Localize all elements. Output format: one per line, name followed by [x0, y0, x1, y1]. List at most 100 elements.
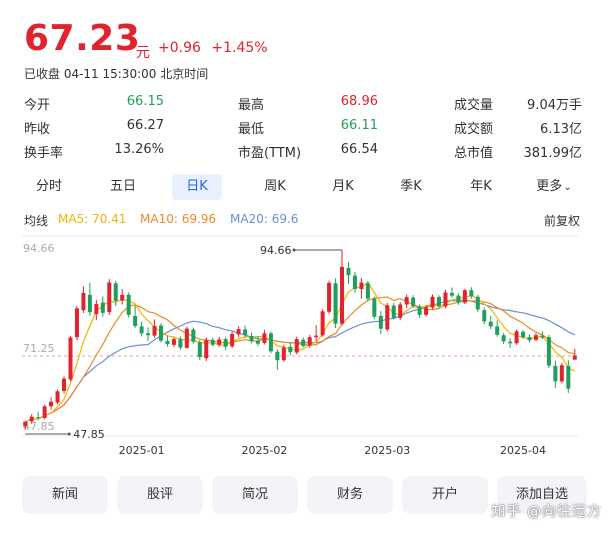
- candle-body: [288, 346, 293, 353]
- stat-value: 68.96: [340, 94, 378, 109]
- stock-quote-card: 67.23 元 +0.96 +1.45% 已收盘 04-11 15:30:00 …: [10, 4, 598, 531]
- candle-body: [158, 325, 164, 341]
- candle-body: [436, 297, 442, 307]
- candle-body: [294, 339, 299, 353]
- candle-body: [68, 337, 73, 380]
- change-percent: +1.45%: [211, 40, 268, 56]
- current-price: 67.23: [24, 18, 141, 59]
- candle-body: [340, 266, 345, 324]
- candle-body: [301, 339, 306, 346]
- candle-body: [133, 315, 138, 326]
- tab-monthly-k[interactable]: 月K: [318, 174, 368, 200]
- candle-body: [546, 337, 551, 366]
- candle-body: [107, 282, 112, 313]
- candle-body: [333, 283, 338, 324]
- high-annotation-dot: [292, 248, 296, 252]
- candle-body: [255, 340, 260, 344]
- candle-body: [23, 421, 28, 427]
- stat-value: 66.27: [126, 118, 164, 133]
- x-tick-label: 2025-01: [119, 444, 165, 457]
- candle-body: [139, 326, 144, 334]
- stat-label: 昨收: [24, 122, 51, 137]
- candle-body: [87, 294, 92, 313]
- candle-body: [243, 329, 248, 336]
- candle-body: [120, 294, 125, 301]
- candle-body: [262, 333, 267, 343]
- candle-body: [475, 296, 480, 310]
- candle-body: [501, 335, 506, 342]
- x-tick-label: 2025-02: [241, 444, 287, 457]
- candle-body: [275, 351, 280, 361]
- adjust-mode-button[interactable]: 前复权: [544, 212, 580, 229]
- tab-more-label: 更多: [536, 179, 563, 194]
- candle-body: [49, 401, 54, 407]
- candle-body: [495, 326, 500, 335]
- candle-body: [540, 335, 545, 338]
- y-axis-label: 71.25: [23, 342, 55, 355]
- candle-body: [385, 305, 390, 330]
- candle-body: [508, 341, 513, 344]
- candle-body: [365, 283, 370, 299]
- tab-yearly-k[interactable]: 年K: [456, 174, 506, 200]
- stat-value: 66.15: [126, 94, 164, 109]
- stats-grid: 今开 66.15 最高 68.96 成交量 9.04万手 昨收 66.27 最低…: [24, 90, 586, 162]
- candle-body: [488, 321, 493, 327]
- watermark-text: 知乎 @向往远方: [491, 504, 602, 520]
- candle-body: [527, 337, 532, 341]
- commentary-button[interactable]: 股评: [117, 476, 203, 514]
- low-annotation-label: 47.85: [73, 428, 105, 441]
- candle-body: [249, 335, 254, 341]
- financials-button[interactable]: 财务: [307, 476, 393, 514]
- candle-body: [152, 325, 157, 336]
- candle-body: [223, 339, 228, 347]
- candle-body: [533, 335, 538, 340]
- tab-five-day[interactable]: 五日: [98, 174, 148, 200]
- candle-body: [553, 365, 558, 382]
- tab-quarterly-k[interactable]: 季K: [386, 174, 436, 200]
- candle-body: [378, 315, 383, 329]
- moving-average-legend: 均线 MA5: 70.41 MA10: 69.96 MA20: 69.6 前复权: [24, 210, 586, 228]
- candle-body: [443, 292, 448, 307]
- candle-body: [346, 267, 351, 276]
- candle-body: [411, 297, 416, 306]
- candle-body: [171, 339, 176, 345]
- candle-body: [398, 304, 403, 318]
- y-axis-label: 47.85: [23, 420, 55, 433]
- candle-body: [230, 334, 235, 347]
- tab-more[interactable]: 更多⌄: [526, 174, 582, 200]
- candle-body: [469, 290, 474, 297]
- candle-body: [126, 294, 131, 315]
- profile-button[interactable]: 简况: [212, 476, 298, 514]
- candle-body: [100, 302, 105, 313]
- candle-body: [482, 310, 487, 322]
- candle-body: [184, 328, 189, 348]
- ma-title: 均线: [24, 214, 49, 228]
- candle-body: [462, 290, 467, 303]
- stat-value: 66.11: [340, 118, 378, 133]
- candle-body: [456, 295, 461, 303]
- ma20-line: [24, 299, 576, 423]
- stat-label: 市盈(TTM): [238, 146, 302, 161]
- candle-body: [314, 335, 319, 338]
- chevron-down-icon: ⌄: [563, 182, 572, 193]
- news-button[interactable]: 新闻: [22, 476, 108, 514]
- candle-body: [327, 282, 332, 312]
- candle-body: [191, 329, 196, 342]
- stat-label: 成交量: [454, 98, 494, 113]
- tab-weekly-k[interactable]: 周K: [250, 174, 300, 200]
- tab-intraday[interactable]: 分时: [24, 174, 74, 200]
- tab-daily-k[interactable]: 日K: [172, 174, 222, 200]
- candle-body: [74, 308, 79, 338]
- candle-body: [391, 305, 396, 318]
- candle-body: [204, 340, 209, 359]
- x-tick-label: 2025-04: [500, 444, 546, 457]
- stat-label: 成交额: [454, 122, 494, 137]
- stats-row: 昨收 66.27 最低 66.11 成交额 6.13亿: [24, 114, 586, 138]
- open-account-button[interactable]: 开户: [402, 476, 488, 514]
- price-unit: 元: [136, 45, 150, 61]
- candle-body: [29, 416, 34, 422]
- stats-row: 换手率 13.26% 市盈(TTM) 66.54 总市值 381.99亿: [24, 138, 586, 162]
- candle-body: [417, 306, 422, 315]
- price-change: +0.96 +1.45%: [158, 40, 274, 56]
- candle-body: [372, 298, 377, 317]
